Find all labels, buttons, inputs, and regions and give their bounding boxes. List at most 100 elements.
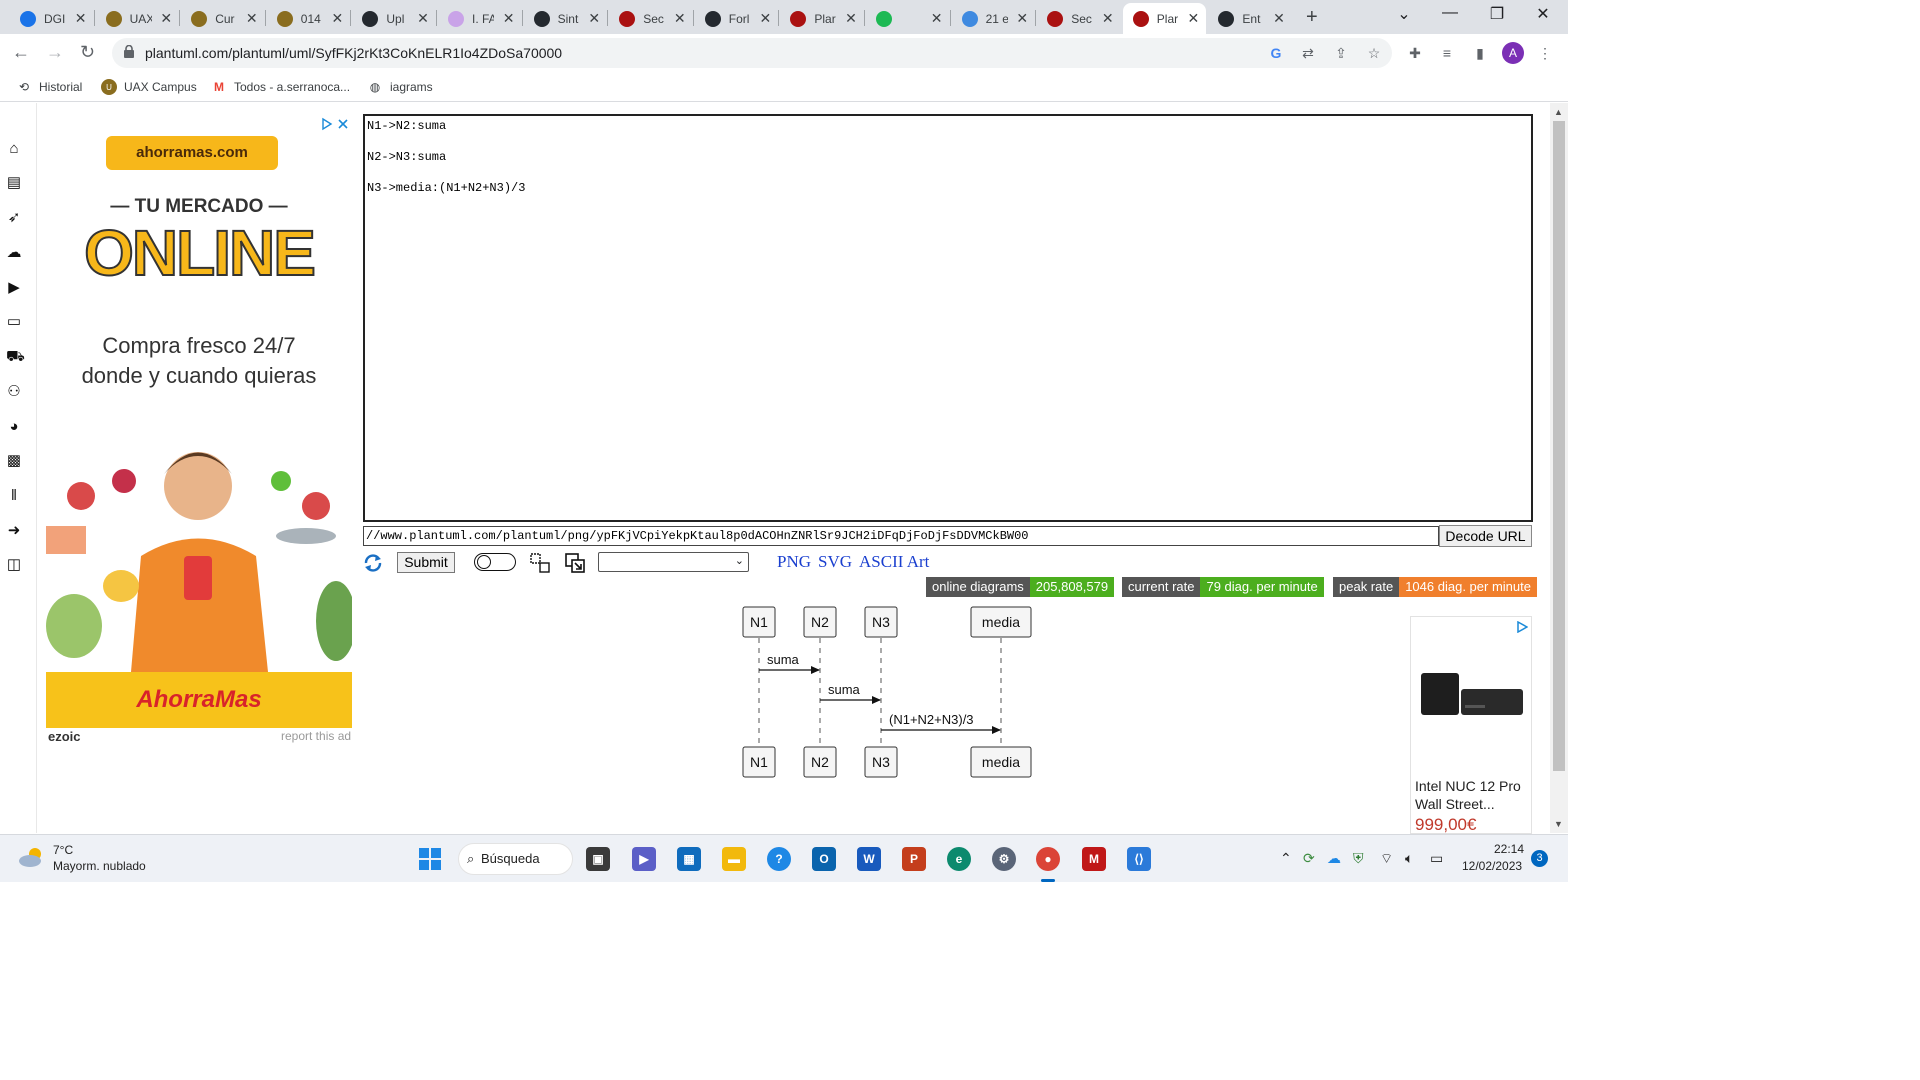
tab-close-icon[interactable]: ✕ [930, 10, 944, 27]
cart-icon[interactable]: ⛟ [6, 349, 25, 365]
clock-date[interactable]: 12/02/2023 [1462, 859, 1522, 873]
tab-close-icon[interactable]: ✕ [416, 10, 430, 27]
home-icon[interactable]: ⌂ [6, 141, 22, 157]
restore-button[interactable]: ❐ [1477, 4, 1517, 24]
png-link[interactable]: PNG [777, 552, 811, 572]
forward-icon[interactable]: → [46, 42, 64, 63]
onedrive-icon[interactable]: ☁ [1327, 850, 1341, 867]
task-view-icon[interactable]: ▣ [586, 847, 610, 871]
minimize-button[interactable]: — [1430, 4, 1470, 22]
browser-tab[interactable]: DGI ✕ [10, 3, 94, 34]
chrome-icon[interactable]: ● [1036, 847, 1060, 871]
diagram-url-field[interactable]: //www.plantuml.com/plantuml/png/ypFKjVCp… [363, 526, 1439, 546]
browser-tab[interactable]: 21 e ✕ [952, 3, 1036, 34]
file-explorer-icon[interactable]: ▬ [722, 847, 746, 871]
translate-icon[interactable]: ⇄ [1299, 44, 1317, 62]
outlook-icon[interactable]: O [812, 847, 836, 871]
rocket-icon[interactable]: ➶ [6, 210, 22, 226]
ascii-art-link[interactable]: ASCII Art [859, 552, 929, 572]
wifi-icon[interactable]: ⌔ [1380, 850, 1393, 868]
browser-tab[interactable]: 014 ✕ [267, 3, 351, 34]
browser-tab[interactable]: Plar ✕ [1122, 3, 1207, 34]
sync-icon[interactable]: ⟳ [1303, 850, 1315, 867]
tab-search-icon[interactable]: ⌄ [1384, 4, 1424, 24]
browser-tab[interactable]: Sec ✕ [1037, 3, 1121, 34]
tab-close-icon[interactable]: ✕ [1101, 10, 1115, 27]
bookmark-gmail[interactable]: M Todos - a.serranoca... [211, 79, 350, 95]
share-icon[interactable]: ⇪ [1332, 44, 1350, 62]
browser-tab[interactable]: Ent ✕ [1208, 3, 1292, 34]
browser-tab[interactable]: Forl ✕ [695, 3, 779, 34]
browser-tab[interactable]: Plar ✕ [780, 3, 864, 34]
browser-tab[interactable]: Upl ✕ [352, 3, 436, 34]
powerpoint-icon[interactable]: P [902, 847, 926, 871]
bookmark-star-icon[interactable]: ☆ [1365, 44, 1383, 62]
volume-icon[interactable]: 🔈︎ [1405, 850, 1413, 867]
ad-banner[interactable]: ahorramas.com — TU MERCADO — ONLINE Comp… [46, 116, 352, 728]
source-editor[interactable]: N1->N2:suma N2->N3:suma N3->media:(N1+N2… [363, 114, 1533, 522]
book-open-icon[interactable]: ◫ [6, 557, 22, 573]
open-window-icon[interactable] [564, 552, 586, 574]
signpost-icon[interactable]: ➜ [6, 523, 22, 539]
books-icon[interactable]: ‖ [6, 488, 22, 504]
address-bar[interactable]: plantuml.com/plantuml/uml/SyfFKj2rKt3CoK… [112, 38, 1392, 68]
edge-icon[interactable]: e [947, 847, 971, 871]
security-shield-icon[interactable]: ⛨ [1353, 850, 1364, 867]
tab-close-icon[interactable]: ✕ [1015, 10, 1029, 27]
tab-close-icon[interactable]: ✕ [1272, 10, 1286, 27]
page-scrollbar[interactable]: ▲ ▼ [1550, 103, 1568, 833]
browser-tab[interactable]: Cur ✕ [181, 3, 265, 34]
scroll-up-icon[interactable]: ▲ [1554, 107, 1563, 117]
side-panel-icon[interactable]: ▮ [1471, 44, 1489, 62]
store-icon[interactable]: ▦ [677, 847, 701, 871]
tab-close-icon[interactable]: ✕ [74, 10, 88, 27]
back-icon[interactable]: ← [12, 42, 30, 63]
tab-close-icon[interactable]: ✕ [159, 10, 173, 27]
tab-close-icon[interactable]: ✕ [245, 10, 259, 27]
browser-tab[interactable]: Sint ✕ [524, 3, 608, 34]
cloud-icon[interactable]: ☁ [6, 245, 22, 261]
reload-icon[interactable]: ↻ [80, 42, 95, 63]
browser-tab[interactable]: I. FA ✕ [438, 3, 522, 34]
scroll-down-icon[interactable]: ▼ [1554, 819, 1563, 829]
tab-close-icon[interactable]: ✕ [330, 10, 344, 27]
output-select[interactable]: ⌄ [598, 552, 749, 572]
tab-close-icon[interactable]: ✕ [758, 10, 772, 27]
chip-icon[interactable]: ▩ [6, 453, 22, 469]
word-icon[interactable]: W [857, 847, 881, 871]
new-tab-button[interactable]: + [1306, 6, 1318, 29]
tab-close-icon[interactable]: ✕ [1186, 10, 1200, 27]
bookmark-historial[interactable]: ⟲ Historial [16, 79, 82, 95]
help-icon[interactable]: ? [767, 847, 791, 871]
tab-close-icon[interactable]: ✕ [502, 10, 516, 27]
submit-button[interactable]: Submit [397, 552, 455, 573]
chat-icon[interactable]: ▭ [6, 314, 22, 330]
sitemap-icon[interactable]: ⚇ [6, 384, 22, 400]
windows-start-icon[interactable] [419, 848, 441, 870]
refresh-icon[interactable] [362, 553, 384, 573]
vscode-icon[interactable]: ⟨⟩ [1127, 847, 1151, 871]
google-icon[interactable]: G [1267, 44, 1285, 62]
bookmark-uax[interactable]: U UAX Campus [101, 79, 197, 95]
product-ad[interactable]: Intel NUC 12 Pro Wall Street... 999,00€ [1410, 616, 1532, 834]
chevron-up-icon[interactable]: ⌃ [1280, 850, 1292, 867]
profile-avatar[interactable]: A [1502, 42, 1524, 64]
document-icon[interactable]: ▤ [6, 175, 22, 191]
close-window-button[interactable]: ✕ [1523, 4, 1563, 24]
notification-badge[interactable]: 3 [1531, 850, 1548, 867]
decode-url-button[interactable]: Decode URL [1439, 525, 1532, 547]
battery-icon[interactable]: ▭ [1430, 850, 1443, 867]
browser-tab[interactable]: UAX ✕ [96, 3, 180, 34]
menu-icon[interactable]: ⋮ [1536, 44, 1554, 62]
taskbar-search[interactable]: ⌕ Búsqueda [458, 843, 573, 875]
media-control-icon[interactable]: ≡ [1438, 44, 1456, 62]
browser-tab[interactable]: Sec ✕ [609, 3, 693, 34]
tab-close-icon[interactable]: ✕ [844, 10, 858, 27]
mcafee-icon[interactable]: M [1082, 847, 1106, 871]
adchoices-icon[interactable] [320, 117, 350, 131]
tab-close-icon[interactable]: ✕ [673, 10, 687, 27]
teams-chat-icon[interactable]: ▶ [632, 847, 656, 871]
report-ad-link[interactable]: report this ad [281, 729, 351, 743]
settings-gear-icon[interactable]: ⚙ [992, 847, 1016, 871]
play-icon[interactable]: ▶ [6, 280, 22, 296]
